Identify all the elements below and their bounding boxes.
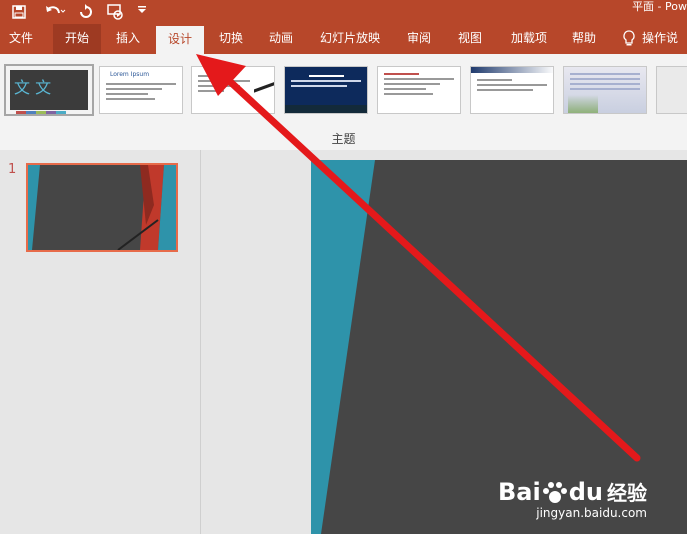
watermark-site-name: 经验 [607, 481, 647, 505]
paw-icon [541, 481, 569, 505]
baidu-watermark: Bai du 经验 jingyan.baidu.com [498, 479, 647, 520]
annotation-arrow [196, 54, 641, 462]
watermark-du: du [568, 478, 603, 506]
watermark-brand: Bai [498, 478, 541, 506]
watermark-url: jingyan.baidu.com [536, 506, 647, 520]
